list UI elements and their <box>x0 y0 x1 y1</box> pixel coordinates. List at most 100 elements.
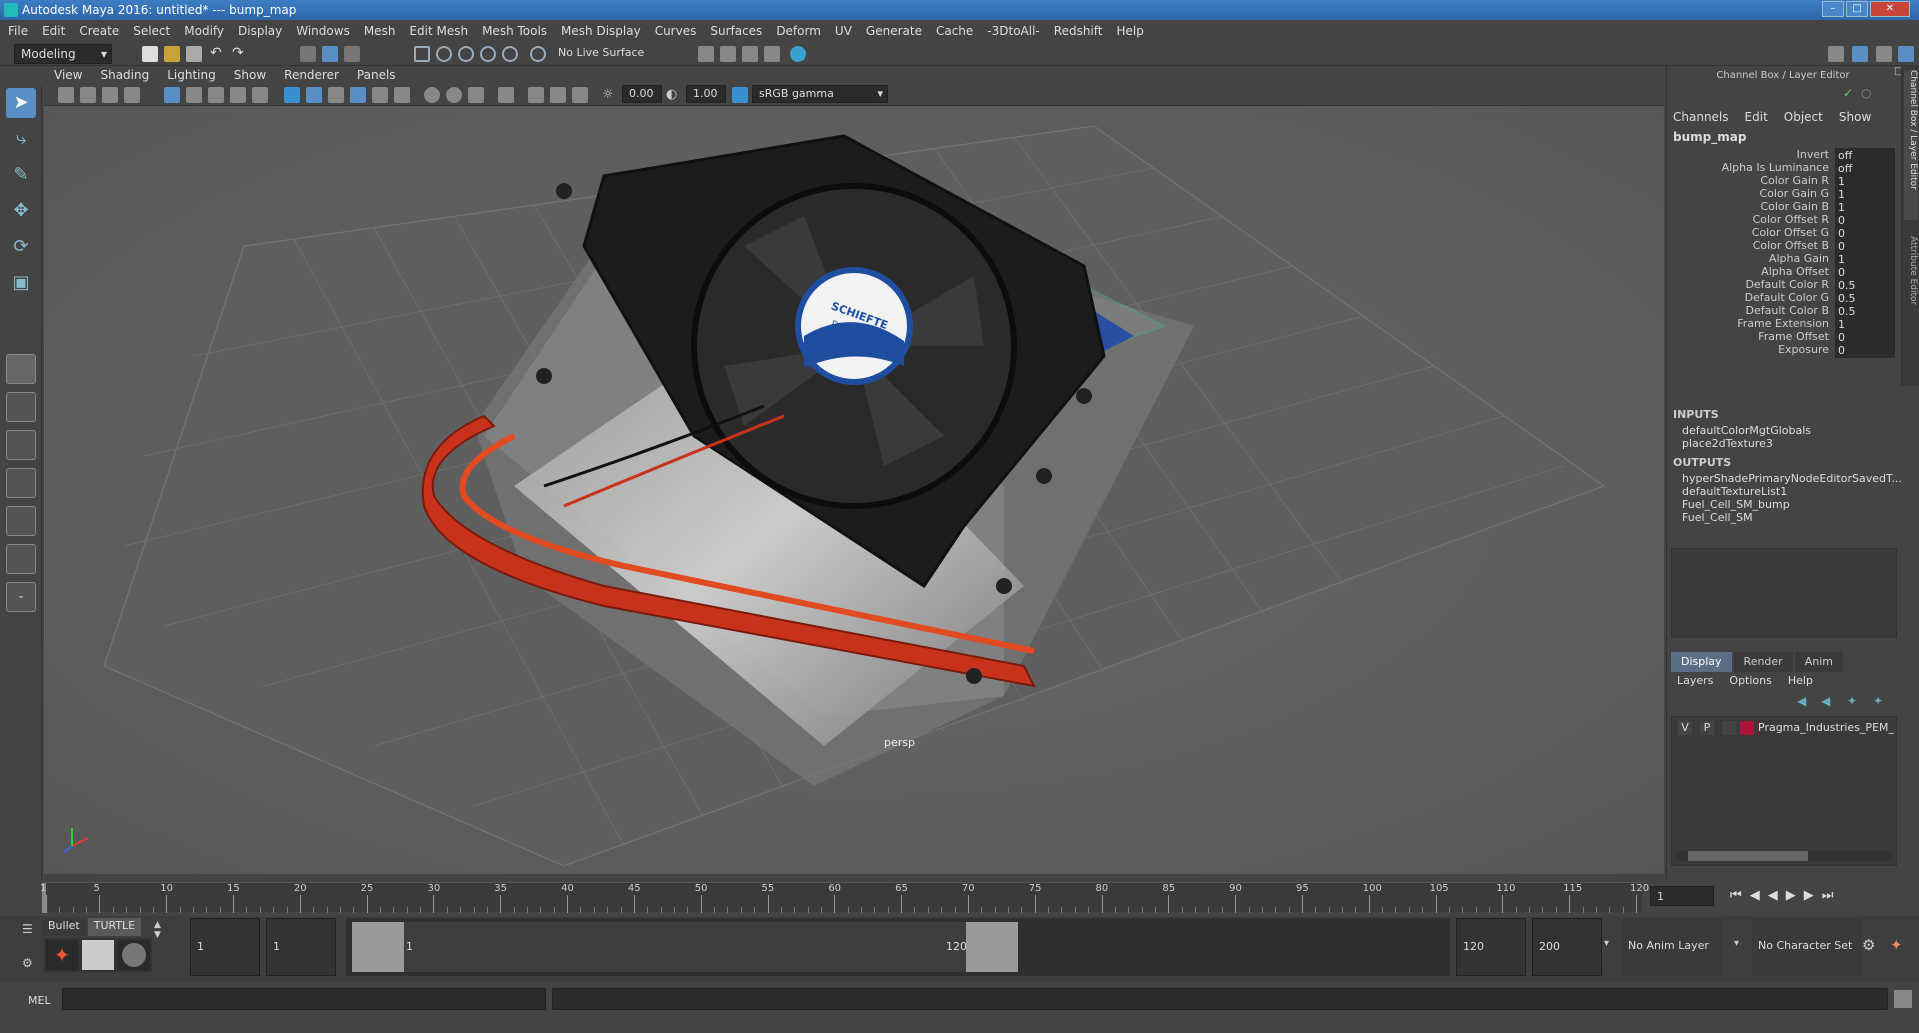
viewport-canvas[interactable]: SCHIEFTE DFS0 SL-12 DC 12V 0.14A persp <box>44 106 1664 874</box>
select-by-object-icon[interactable] <box>322 46 338 62</box>
maximize-button[interactable]: □ <box>1846 1 1868 17</box>
attribute-name[interactable]: Default Color R <box>1669 278 1829 291</box>
close-button[interactable]: ✕ <box>1870 1 1910 17</box>
step-back-icon[interactable]: ◀ <box>1750 888 1768 903</box>
resolution-gate-icon[interactable] <box>208 87 224 103</box>
film-gate-icon[interactable] <box>186 87 202 103</box>
minimize-button[interactable]: – <box>1822 1 1844 17</box>
select-by-component-icon[interactable] <box>344 46 360 62</box>
new-scene-icon[interactable] <box>142 46 158 62</box>
render-frame-icon[interactable] <box>720 46 736 62</box>
attribute-name[interactable]: Alpha Is Luminance <box>1669 161 1829 174</box>
shadows-icon[interactable] <box>394 87 410 103</box>
layer-color-swatch[interactable] <box>1740 721 1754 735</box>
menu-uv[interactable]: UV <box>835 24 852 38</box>
gamma-field[interactable]: 1.00 <box>686 85 726 103</box>
new-layer-selected-icon[interactable]: ✦ <box>1873 694 1883 708</box>
attribute-name[interactable]: Color Gain G <box>1669 187 1829 200</box>
layer-tab-render[interactable]: Render <box>1733 652 1793 672</box>
menu-create[interactable]: Create <box>79 24 119 38</box>
attribute-value-field[interactable]: 0 <box>1835 343 1895 358</box>
attribute-name[interactable]: Invert <box>1669 148 1829 161</box>
modeling-toolkit-icon[interactable] <box>1828 46 1844 62</box>
channel-box-toggle-icon[interactable] <box>1852 46 1868 62</box>
camera-attributes-icon[interactable] <box>80 87 96 103</box>
range-slider-track[interactable]: 1 120 <box>352 922 1018 972</box>
shelf-menu-icon[interactable]: ☰ ⚙ <box>18 918 40 978</box>
viewport-menu-lighting[interactable]: Lighting <box>167 68 216 82</box>
menu-file[interactable]: File <box>8 24 28 38</box>
layer-horizontal-scrollbar[interactable] <box>1676 851 1892 861</box>
shelf-scroll-arrows[interactable]: ▲ ▼ <box>154 920 166 976</box>
layer-menu-layers[interactable]: Layers <box>1677 674 1713 687</box>
time-slider[interactable]: 1 5 10 15 20 25 30 35 40 45 50 55 60 65 70 75 80 85 90 95 10… <box>0 880 1919 916</box>
colorspace-dropdown[interactable]: sRGB gamma ▾ <box>752 85 888 103</box>
paint-select-tool-icon[interactable]: ✎ <box>6 160 36 190</box>
xray-joints-icon[interactable] <box>550 87 566 103</box>
go-to-end-icon[interactable]: ⏭ <box>1822 888 1842 903</box>
go-to-start-icon[interactable]: ⏮ <box>1730 888 1750 903</box>
more-layouts-icon[interactable]: - <box>6 582 36 612</box>
menu-edit-mesh[interactable]: Edit Mesh <box>409 24 468 38</box>
motion-blur-icon[interactable] <box>446 87 462 103</box>
layer-playback-toggle[interactable]: P <box>1700 721 1714 735</box>
auto-key-icon[interactable]: ⚙ <box>1862 936 1882 956</box>
output-node[interactable]: defaultTextureList1 <box>1682 485 1787 498</box>
undo-icon[interactable]: ↶ <box>210 46 226 62</box>
play-forward-icon[interactable]: ▶ <box>1786 888 1804 903</box>
menu-cache[interactable]: Cache <box>936 24 973 38</box>
playback-end-field[interactable]: 120 <box>1456 918 1526 976</box>
outliner-layout-icon[interactable] <box>6 468 36 498</box>
four-pane-layout-icon[interactable] <box>6 392 36 422</box>
layer-menu-options[interactable]: Options <box>1729 674 1771 687</box>
input-node[interactable]: defaultColorMgtGlobals <box>1682 424 1811 437</box>
bookmark-icon[interactable] <box>102 87 118 103</box>
two-pane-layout-icon[interactable] <box>6 430 36 460</box>
bullet-solver-icon[interactable]: ✦ <box>46 940 78 970</box>
save-scene-icon[interactable] <box>186 46 202 62</box>
color-management-icon[interactable] <box>732 87 748 103</box>
attribute-name[interactable]: Color Offset G <box>1669 226 1829 239</box>
range-end-handle[interactable] <box>966 922 1018 972</box>
select-by-hierarchy-icon[interactable] <box>300 46 316 62</box>
layer-visibility-toggle[interactable]: V <box>1678 721 1692 735</box>
menu-select[interactable]: Select <box>133 24 170 38</box>
shelf-tab-bullet[interactable]: Bullet <box>42 918 86 936</box>
menu-edit[interactable]: Edit <box>42 24 65 38</box>
mode-selector[interactable]: Modeling ▾ <box>14 44 112 64</box>
layer-menu-help[interactable]: Help <box>1788 674 1813 687</box>
chevron-down-icon[interactable]: ▾ <box>1734 938 1750 954</box>
start-time-field[interactable]: 1 <box>190 918 260 976</box>
attribute-name[interactable]: Color Offset B <box>1669 239 1829 252</box>
layer-reference-toggle[interactable] <box>1722 721 1736 735</box>
channel-menu-edit[interactable]: Edit <box>1745 110 1768 124</box>
viewport-menu-shading[interactable]: Shading <box>100 68 149 82</box>
attribute-name[interactable]: Frame Extension <box>1669 317 1829 330</box>
gate-mask-icon[interactable] <box>230 87 246 103</box>
output-node[interactable]: hyperShadePrimaryNodeEditorSavedT... <box>1682 472 1902 485</box>
render-settings-icon[interactable] <box>764 46 780 62</box>
current-frame-field[interactable]: 1 <box>1650 886 1714 906</box>
input-node[interactable]: place2dTexture3 <box>1682 437 1773 450</box>
xray-components-icon[interactable] <box>572 87 588 103</box>
attribute-row[interactable]: Exposure 0 <box>1667 343 1897 359</box>
script-editor-icon[interactable] <box>1894 990 1912 1008</box>
snap-surface-icon[interactable] <box>502 46 518 62</box>
exposure-field[interactable]: 0.00 <box>622 85 662 103</box>
playback-start-field[interactable]: 1 <box>266 918 336 976</box>
open-scene-icon[interactable] <box>164 46 180 62</box>
lasso-tool-icon[interactable]: ⤷ <box>6 124 36 154</box>
attribute-editor-toggle-icon[interactable] <box>1876 46 1892 62</box>
end-time-field[interactable]: 200 <box>1532 918 1602 976</box>
attribute-name[interactable]: Exposure <box>1669 343 1829 356</box>
wireframe-on-shaded-icon[interactable] <box>328 87 344 103</box>
output-node[interactable]: Fuel_Cell_SM <box>1682 511 1753 524</box>
attribute-name[interactable]: Color Gain R <box>1669 174 1829 187</box>
chevron-down-icon[interactable]: ▾ <box>1604 938 1620 954</box>
anti-aliasing-icon[interactable] <box>468 87 484 103</box>
viewport-menu-view[interactable]: View <box>54 68 82 82</box>
ambient-occlusion-icon[interactable] <box>424 87 440 103</box>
isolate-select-icon[interactable] <box>498 87 514 103</box>
key-icon[interactable]: ✓ <box>1843 86 1853 100</box>
viewport-menu-show[interactable]: Show <box>234 68 266 82</box>
